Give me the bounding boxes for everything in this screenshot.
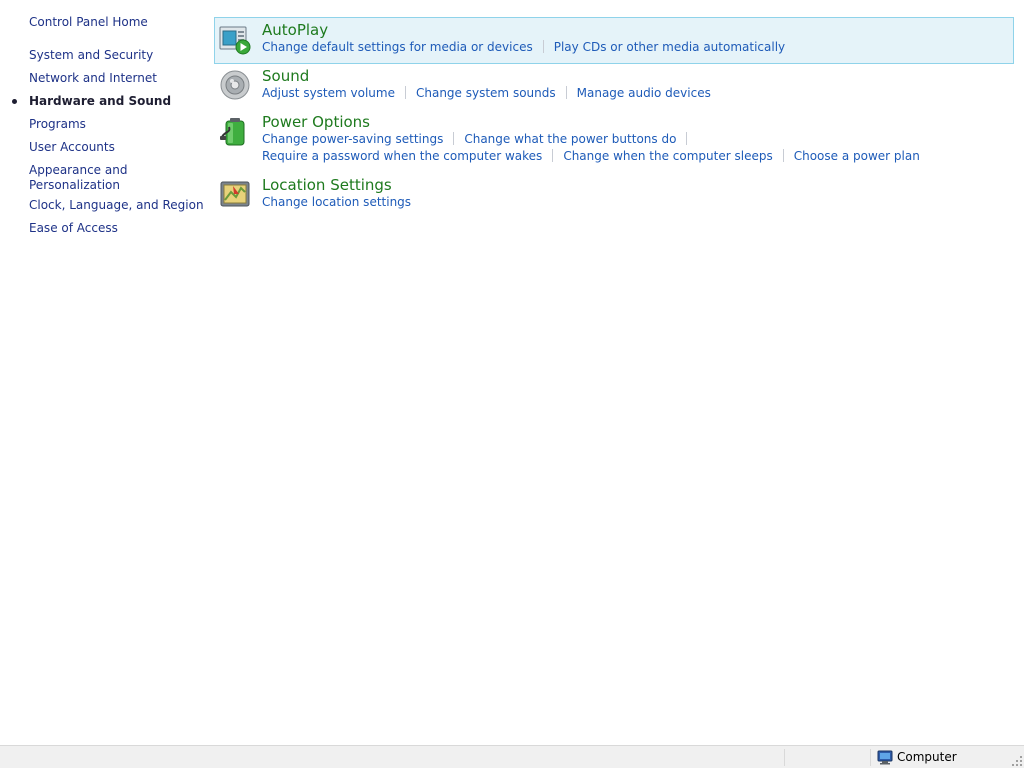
location-links: Change location settings bbox=[262, 195, 411, 210]
resize-grip-icon[interactable] bbox=[1012, 756, 1022, 766]
category-location-settings[interactable]: Location Settings Change location settin… bbox=[214, 172, 1014, 218]
computer-icon bbox=[877, 750, 893, 765]
category-autoplay[interactable]: AutoPlay Change default settings for med… bbox=[214, 17, 1014, 64]
adjust-volume-link[interactable]: Adjust system volume bbox=[262, 86, 395, 100]
location-icon bbox=[220, 181, 250, 207]
link-separator bbox=[542, 40, 544, 53]
sound-title[interactable]: Sound bbox=[262, 67, 309, 85]
power-links-row-1: Change power-saving settings Change what … bbox=[262, 132, 697, 147]
control-panel-home-link[interactable]: Control Panel Home bbox=[29, 15, 148, 30]
battery-icon bbox=[220, 118, 245, 146]
link-separator bbox=[782, 149, 784, 162]
sidebar-item-system-security[interactable]: System and Security bbox=[29, 48, 153, 63]
status-divider bbox=[870, 749, 871, 766]
require-password-link[interactable]: Require a password when the computer wak… bbox=[262, 149, 542, 163]
category-power-options[interactable]: Power Options Change power-saving settin… bbox=[214, 109, 1014, 171]
manage-audio-devices-link[interactable]: Manage audio devices bbox=[577, 86, 711, 100]
link-separator bbox=[453, 132, 455, 145]
sidebar-item-appearance[interactable]: Appearance and Personalization bbox=[29, 163, 127, 193]
change-power-saving-link[interactable]: Change power-saving settings bbox=[262, 132, 443, 146]
autoplay-icon bbox=[219, 26, 251, 55]
sidebar-item-clock-language-region[interactable]: Clock, Language, and Region bbox=[29, 198, 204, 213]
active-bullet-icon bbox=[12, 99, 17, 104]
sound-links: Adjust system volume Change system sounds… bbox=[262, 86, 711, 101]
status-divider bbox=[784, 749, 785, 766]
change-sounds-link[interactable]: Change system sounds bbox=[416, 86, 556, 100]
sidebar-item-hardware-sound[interactable]: Hardware and Sound bbox=[29, 94, 171, 109]
status-text: Computer bbox=[897, 750, 957, 764]
sidebar-item-programs[interactable]: Programs bbox=[29, 117, 86, 132]
computer-sleeps-link[interactable]: Change when the computer sleeps bbox=[563, 149, 772, 163]
sidebar-item-ease-of-access[interactable]: Ease of Access bbox=[29, 221, 118, 236]
autoplay-links: Change default settings for media or dev… bbox=[262, 40, 785, 55]
speaker-icon bbox=[220, 70, 250, 100]
sidebar-item-user-accounts[interactable]: User Accounts bbox=[29, 140, 115, 155]
link-separator bbox=[686, 132, 688, 145]
power-links-row-2: Require a password when the computer wak… bbox=[262, 149, 920, 164]
power-options-title[interactable]: Power Options bbox=[262, 113, 370, 131]
power-buttons-link[interactable]: Change what the power buttons do bbox=[464, 132, 676, 146]
autoplay-play-cds-link[interactable]: Play CDs or other media automatically bbox=[554, 40, 785, 54]
change-location-settings-link[interactable]: Change location settings bbox=[262, 195, 411, 209]
status-bar: Computer bbox=[0, 745, 1024, 768]
location-settings-title[interactable]: Location Settings bbox=[262, 176, 392, 194]
control-panel-window: Control Panel Home System and Security N… bbox=[0, 0, 1024, 768]
choose-power-plan-link[interactable]: Choose a power plan bbox=[794, 149, 920, 163]
link-separator bbox=[404, 86, 406, 99]
autoplay-default-settings-link[interactable]: Change default settings for media or dev… bbox=[262, 40, 533, 54]
link-separator bbox=[565, 86, 567, 99]
link-separator bbox=[552, 149, 554, 162]
category-sound[interactable]: Sound Adjust system volume Change system … bbox=[214, 63, 1014, 109]
autoplay-title[interactable]: AutoPlay bbox=[262, 21, 328, 39]
sidebar-item-network-internet[interactable]: Network and Internet bbox=[29, 71, 157, 86]
